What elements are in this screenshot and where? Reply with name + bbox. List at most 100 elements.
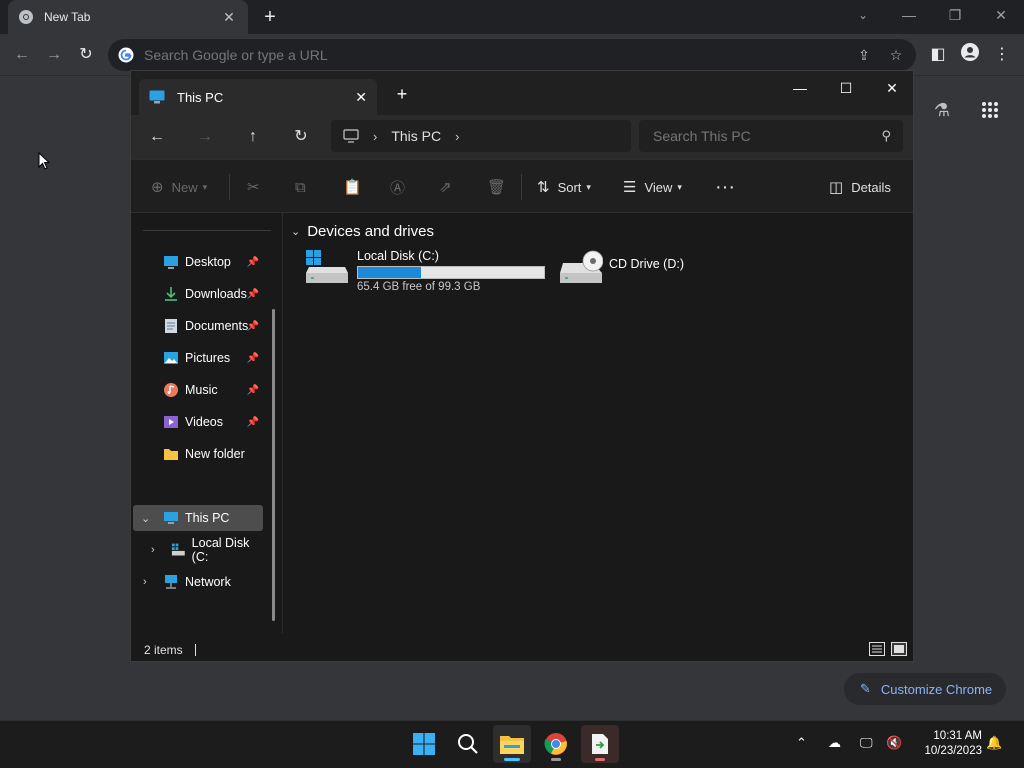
- sort-button[interactable]: ⇅ Sort ▾: [537, 175, 591, 199]
- taskbar-search-button[interactable]: [449, 725, 487, 763]
- labs-flask-icon[interactable]: ⚗: [928, 96, 956, 124]
- network-icon: [165, 575, 177, 589]
- desktop-icon: [164, 256, 178, 269]
- item-count: 2 items: [144, 643, 183, 657]
- nav-item-music[interactable]: Music 📌: [133, 377, 263, 403]
- restore-button[interactable]: ❐: [932, 0, 978, 30]
- tab-search-icon[interactable]: ⌄: [840, 0, 886, 30]
- view-button[interactable]: ☰ View ▾: [623, 175, 682, 199]
- chrome-tab-new-tab[interactable]: New Tab ✕: [8, 0, 248, 34]
- explorer-search-box[interactable]: ⚲: [639, 120, 903, 152]
- close-window-button[interactable]: ✕: [978, 0, 1024, 30]
- forward-arrow-icon[interactable]: →: [193, 125, 217, 149]
- share-icon[interactable]: ⇗: [439, 175, 460, 199]
- nav-label: Music: [185, 383, 218, 397]
- chevron-right-icon[interactable]: ›: [143, 576, 147, 588]
- drive-local-disk-c[interactable]: Local Disk (C:) 65.4 GB free of 99.3 GB: [305, 249, 545, 293]
- taskbar-file-explorer[interactable]: [493, 725, 531, 763]
- nav-item-new-folder[interactable]: New folder: [133, 441, 263, 467]
- navigation-pane: Desktop 📌 Downloads 📌 Documents 📌 Pictur…: [131, 213, 283, 633]
- nav-item-local-disk[interactable]: › Local Disk (C:: [133, 536, 263, 564]
- nav-label: Desktop: [185, 255, 231, 269]
- tiles-view-icon[interactable]: [891, 642, 907, 656]
- folder-icon: [164, 449, 178, 460]
- start-button[interactable]: [405, 725, 443, 763]
- nav-pane-scrollbar[interactable]: [272, 309, 275, 621]
- running-indicator: [551, 758, 561, 761]
- omnibox[interactable]: ⇪ ☆: [108, 39, 916, 71]
- computer-icon: [343, 129, 359, 143]
- paste-icon[interactable]: 📋: [343, 175, 370, 199]
- file-explorer-icon: [500, 736, 524, 754]
- close-tab-icon[interactable]: ✕: [220, 9, 238, 26]
- onedrive-cloud-icon[interactable]: ☁: [828, 735, 841, 751]
- up-arrow-icon[interactable]: ↑: [241, 125, 265, 149]
- document-icon: [165, 319, 177, 333]
- customize-chrome-button[interactable]: ✎ Customize Chrome: [844, 673, 1006, 705]
- explorer-new-tab-button[interactable]: +: [393, 83, 411, 105]
- back-arrow-icon[interactable]: ←: [145, 125, 169, 149]
- explorer-tab-this-pc[interactable]: This PC ✕: [139, 79, 377, 115]
- taskbar-clock[interactable]: 10:31 AM 10/23/2023: [914, 729, 982, 759]
- breadcrumb-chevron-icon[interactable]: ›: [455, 129, 459, 144]
- taskbar-app[interactable]: [581, 725, 619, 763]
- network-display-icon[interactable]: 🖵: [860, 735, 873, 751]
- apps-grid-icon[interactable]: [976, 96, 1004, 124]
- explorer-maximize-button[interactable]: ☐: [823, 73, 869, 103]
- explorer-search-input[interactable]: [653, 128, 882, 144]
- pin-icon: 📌: [246, 320, 259, 332]
- this-pc-icon: [164, 512, 178, 524]
- nav-item-downloads[interactable]: Downloads 📌: [133, 281, 263, 307]
- pin-icon: 📌: [246, 416, 259, 428]
- view-label: View: [644, 179, 673, 195]
- running-indicator: [595, 758, 605, 761]
- group-header-devices-drives[interactable]: ⌄ Devices and drives: [291, 223, 434, 240]
- drive-cd-d[interactable]: CD Drive (D:): [559, 249, 684, 285]
- music-icon: [164, 383, 178, 397]
- back-arrow-icon[interactable]: ←: [10, 43, 34, 67]
- chevron-down-icon[interactable]: ⌄: [291, 225, 300, 238]
- share-icon[interactable]: ⇪: [850, 39, 878, 71]
- omnibox-input[interactable]: [144, 47, 916, 63]
- nav-item-desktop[interactable]: Desktop 📌: [133, 249, 263, 275]
- nav-item-videos[interactable]: Videos 📌: [133, 409, 263, 435]
- file-explorer-window: This PC ✕ + — ☐ ✕ ← → ↑ ↻ › This PC › ⚲ …: [130, 70, 914, 662]
- bookmark-star-icon[interactable]: ☆: [882, 39, 910, 71]
- notification-bell-icon[interactable]: 🔔: [986, 735, 1002, 751]
- nav-item-this-pc[interactable]: ⌄ This PC: [133, 505, 263, 531]
- details-view-icon[interactable]: [869, 642, 885, 656]
- nav-label: This PC: [185, 511, 230, 525]
- copy-icon[interactable]: ⧉: [295, 175, 314, 199]
- new-button[interactable]: ⊕ New ▾: [151, 175, 207, 199]
- chevron-right-icon[interactable]: ›: [151, 544, 155, 556]
- details-button[interactable]: ◫ Details: [829, 175, 891, 199]
- delete-icon[interactable]: 🗑: [487, 175, 514, 199]
- breadcrumb-chevron-icon: ›: [373, 128, 378, 144]
- minimize-button[interactable]: —: [886, 0, 932, 30]
- rename-icon[interactable]: Ⓐ: [390, 175, 413, 199]
- explorer-close-button[interactable]: ✕: [869, 73, 915, 103]
- chrome-menu-icon[interactable]: ⋮: [990, 43, 1014, 67]
- explorer-minimize-button[interactable]: —: [777, 73, 823, 103]
- chevron-down-icon[interactable]: ⌄: [141, 512, 150, 525]
- refresh-icon[interactable]: ↻: [289, 125, 313, 149]
- volume-muted-icon[interactable]: 🔇: [886, 735, 902, 751]
- nav-item-pictures[interactable]: Pictures 📌: [133, 345, 263, 371]
- chrome-tab-title: New Tab: [44, 10, 91, 24]
- reload-icon[interactable]: ↻: [74, 43, 98, 67]
- address-bar[interactable]: › This PC ›: [331, 120, 631, 152]
- side-panel-icon[interactable]: ◧: [926, 43, 950, 67]
- breadcrumb-this-pc[interactable]: This PC: [391, 128, 441, 144]
- show-hidden-icons-chevron-up-icon[interactable]: ⌃: [796, 735, 807, 751]
- taskbar-chrome[interactable]: [537, 725, 575, 763]
- windows-taskbar: ⌃ ☁ 🖵 🔇 10:31 AM 10/23/2023 🔔: [0, 720, 1024, 768]
- cut-icon[interactable]: ✂: [247, 175, 268, 199]
- more-options-icon[interactable]: ···: [715, 175, 735, 199]
- close-tab-icon[interactable]: ✕: [355, 89, 367, 106]
- nav-item-documents[interactable]: Documents 📌: [133, 313, 263, 339]
- windows-logo-icon: [413, 733, 435, 755]
- profile-avatar[interactable]: [958, 43, 982, 67]
- forward-arrow-icon[interactable]: →: [42, 43, 66, 67]
- nav-item-network[interactable]: › Network: [133, 569, 263, 595]
- new-tab-button[interactable]: +: [259, 6, 281, 28]
